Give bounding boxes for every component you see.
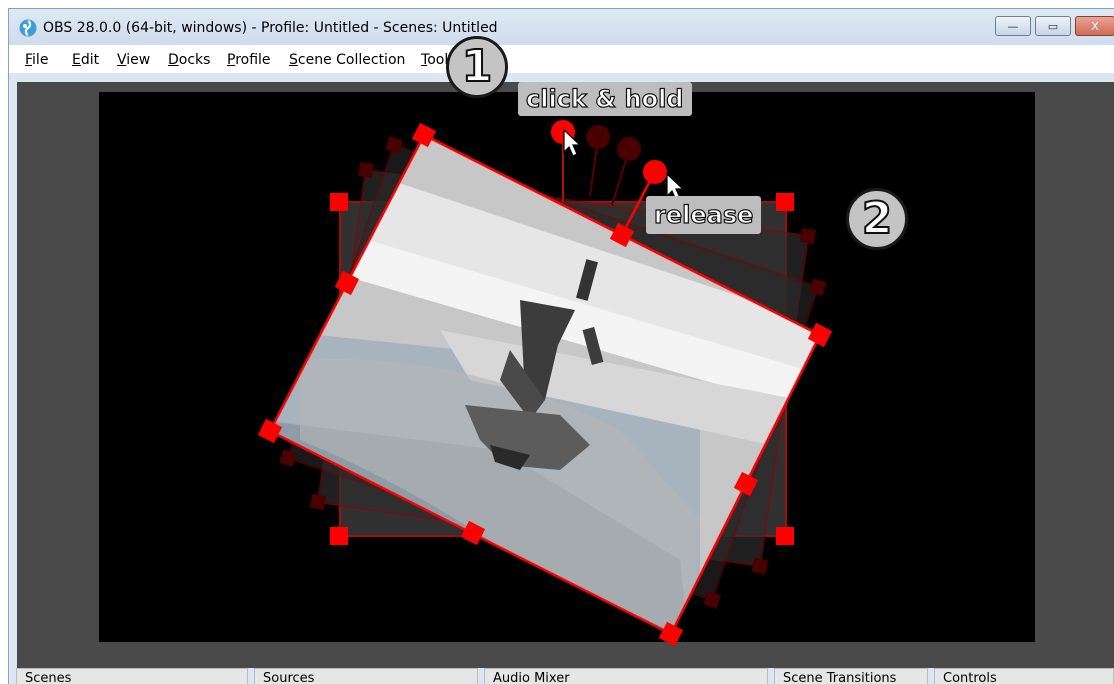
sources-dock-tab[interactable]: Sources	[254, 668, 478, 684]
rotation-handle[interactable]	[643, 160, 667, 184]
audio-mixer-dock-tab[interactable]: Audio Mixer	[484, 668, 768, 684]
dock-tabs: Scenes Sources Audio Mixer Scene Transit…	[16, 668, 1114, 684]
step-1-badge: 1	[446, 36, 508, 98]
ghost-rotation-handles	[562, 125, 641, 206]
controls-dock-tab[interactable]: Controls	[934, 668, 1114, 684]
step-1-label: click & hold	[518, 82, 692, 116]
scenes-dock-tab[interactable]: Scenes	[16, 668, 248, 684]
scene-transitions-dock-tab[interactable]: Scene Transitions	[774, 668, 928, 684]
step-2-label: release	[646, 196, 762, 234]
step-2-badge: 2	[846, 188, 908, 250]
